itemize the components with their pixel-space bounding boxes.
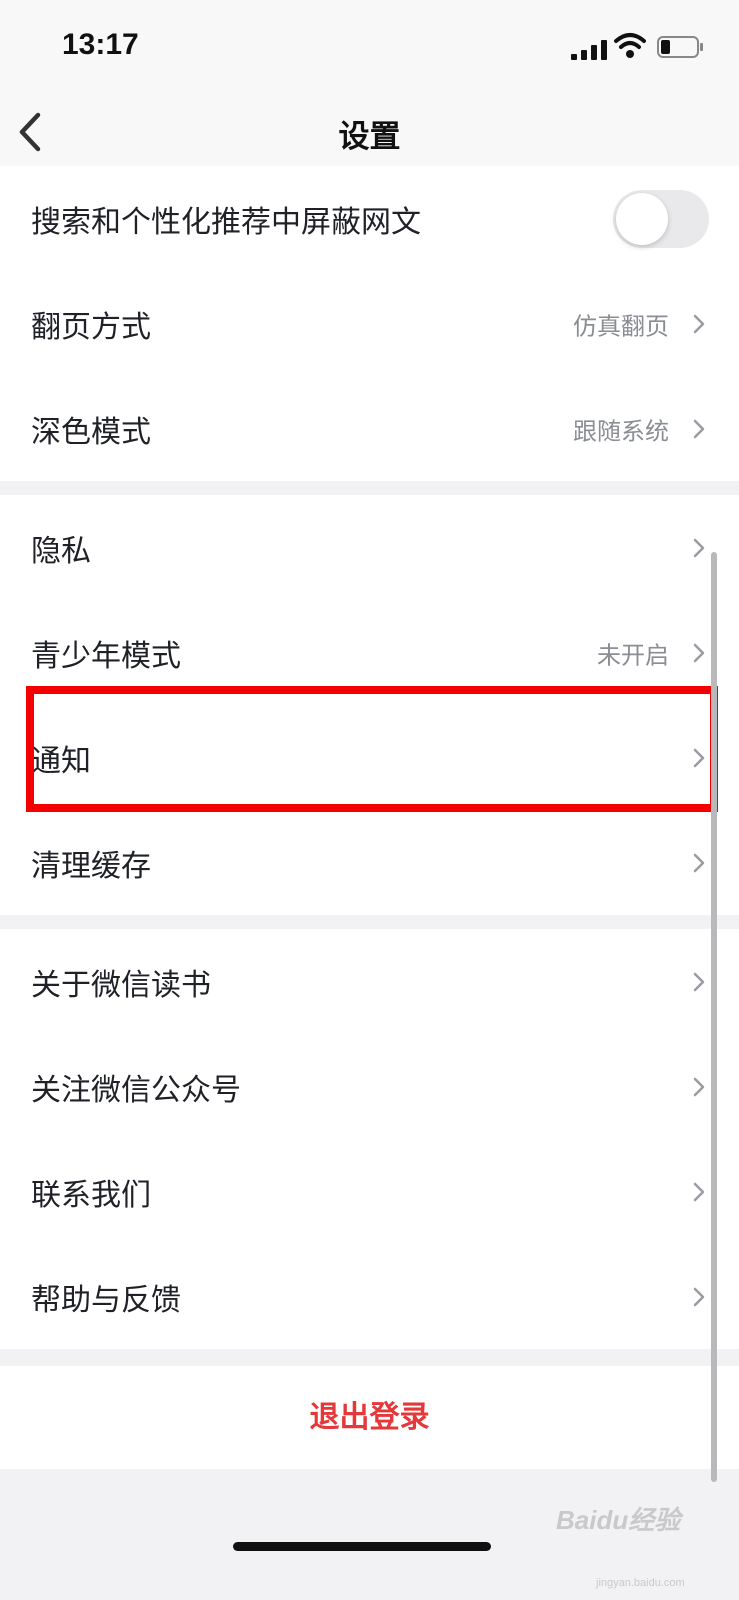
setting-label: 翻页方式 (31, 309, 151, 345)
watermark-url: jingyan.baidu.com (596, 1577, 685, 1589)
chevron-right-icon (693, 853, 705, 872)
block-web-novels-toggle[interactable] (613, 189, 709, 248)
setting-row-about[interactable]: 关于微信读书 (0, 929, 739, 1034)
setting-row-privacy[interactable]: 隐私 (0, 495, 739, 600)
setting-label: 关于微信读书 (31, 967, 211, 1003)
setting-value: 未开启 (597, 641, 669, 669)
setting-row-notifications[interactable]: 通知 (0, 705, 739, 810)
chevron-right-icon (693, 1077, 705, 1096)
toggle-knob (616, 192, 668, 245)
settings-section-privacy: 隐私 青少年模式 未开启 通知 清理缓存 (0, 495, 739, 915)
setting-label: 联系我们 (31, 1177, 151, 1213)
setting-label: 帮助与反馈 (31, 1282, 181, 1318)
setting-label: 清理缓存 (31, 848, 151, 884)
chevron-right-icon (693, 1182, 705, 1201)
home-indicator[interactable] (233, 1542, 491, 1551)
logout-label: 退出登录 (309, 1400, 430, 1435)
battery-icon (657, 36, 703, 58)
setting-row-contact-us[interactable]: 联系我们 (0, 1139, 739, 1244)
setting-label: 搜索和个性化推荐中屏蔽网文 (31, 204, 421, 240)
setting-value: 仿真翻页 (573, 312, 669, 340)
settings-section-display: 搜索和个性化推荐中屏蔽网文 翻页方式 仿真翻页 深色模式 跟随系统 (0, 166, 739, 481)
setting-row-dark-mode[interactable]: 深色模式 跟随系统 (0, 376, 739, 481)
setting-label: 隐私 (31, 533, 91, 569)
setting-label: 深色模式 (31, 414, 151, 450)
logout-button[interactable]: 退出登录 (0, 1366, 739, 1469)
setting-row-follow-official-account[interactable]: 关注微信公众号 (0, 1034, 739, 1139)
chevron-right-icon (693, 748, 705, 767)
chevron-right-icon (693, 538, 705, 557)
setting-row-page-turn-mode[interactable]: 翻页方式 仿真翻页 (0, 271, 739, 376)
setting-row-clear-cache[interactable]: 清理缓存 (0, 810, 739, 915)
wifi-icon (614, 33, 646, 58)
chevron-right-icon (693, 314, 705, 333)
setting-label: 通知 (31, 743, 91, 779)
setting-row-help-feedback[interactable]: 帮助与反馈 (0, 1244, 739, 1349)
setting-row-teen-mode[interactable]: 青少年模式 未开启 (0, 600, 739, 705)
status-time: 13:17 (62, 28, 139, 61)
navigation-bar: 设置 (0, 95, 739, 173)
watermark-logo: Baidu经验 (556, 1505, 681, 1535)
cellular-signal-icon (571, 40, 607, 60)
chevron-right-icon (693, 1287, 705, 1306)
settings-section-about: 关于微信读书 关注微信公众号 联系我们 帮助与反馈 (0, 929, 739, 1349)
chevron-right-icon (693, 972, 705, 991)
scrollbar[interactable] (711, 552, 717, 1482)
status-bar: 13:17 (0, 0, 739, 95)
setting-value: 跟随系统 (573, 417, 669, 445)
chevron-right-icon (693, 419, 705, 438)
setting-row-block-web-novels[interactable]: 搜索和个性化推荐中屏蔽网文 (0, 166, 739, 271)
page-title: 设置 (338, 119, 401, 155)
setting-label: 青少年模式 (31, 638, 181, 674)
setting-label: 关注微信公众号 (31, 1072, 241, 1108)
chevron-right-icon (693, 643, 705, 662)
